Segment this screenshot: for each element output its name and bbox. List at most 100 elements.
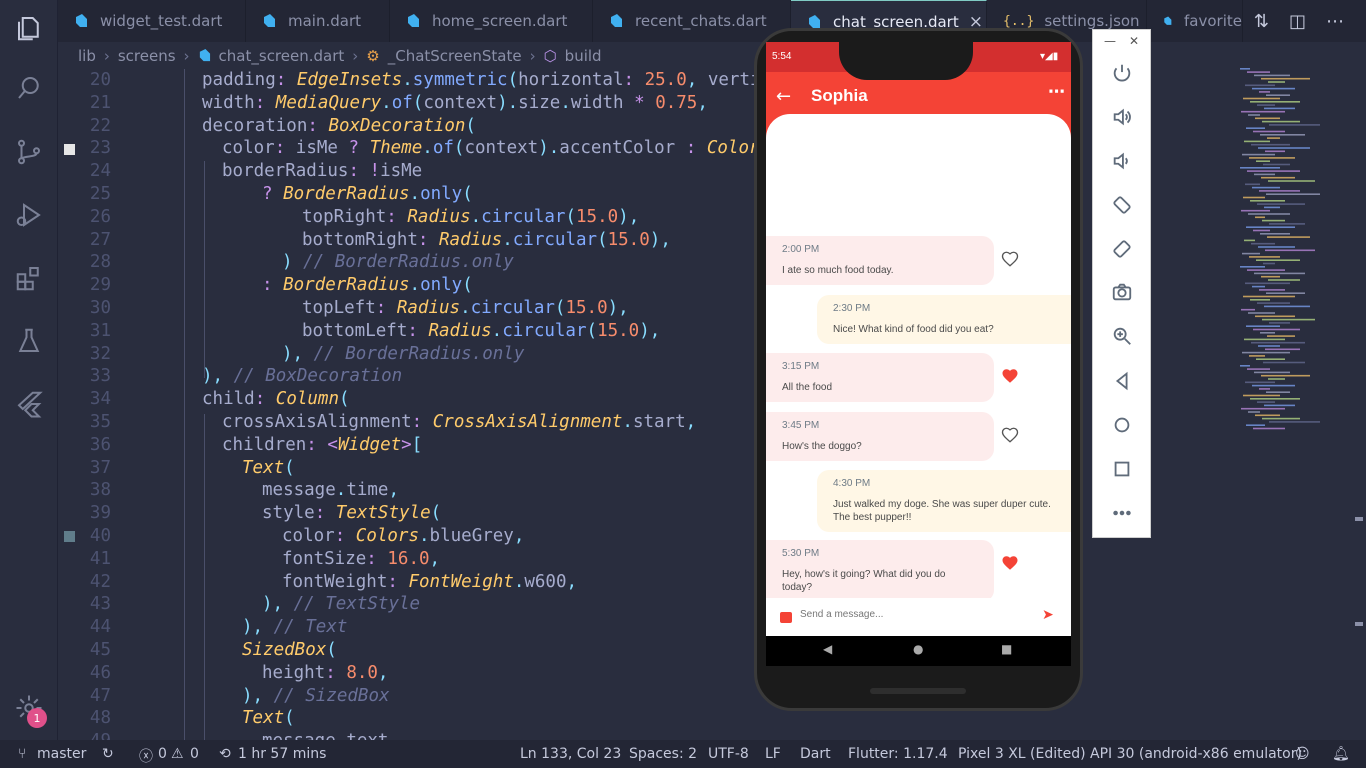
sync-icon[interactable]: ↻ xyxy=(102,746,114,762)
message-bubble[interactable]: 2:00 PM I ate so much food today. xyxy=(766,236,994,285)
minimap-line xyxy=(1246,226,1295,228)
tab-widget-test[interactable]: widget_test.dart xyxy=(58,0,246,42)
nav-back-icon[interactable]: ◀ xyxy=(823,642,832,656)
heart-outline-icon[interactable] xyxy=(1001,426,1019,444)
minimap-line xyxy=(1266,391,1290,393)
minimap-line xyxy=(1264,404,1295,407)
code-text: height: 8.0, xyxy=(262,662,389,683)
minimap-line xyxy=(1245,183,1260,186)
explorer-icon[interactable] xyxy=(9,8,49,48)
code-text: style: TextStyle( xyxy=(262,503,442,524)
extensions-icon[interactable] xyxy=(9,258,49,298)
tab-home-screen[interactable]: home_screen.dart xyxy=(390,0,593,42)
camera-icon[interactable] xyxy=(1109,279,1135,305)
message-bubble[interactable]: 5:30 PM Hey, how's it going? What did you… xyxy=(766,540,994,602)
line-number: 44 xyxy=(89,617,111,638)
message-bubble[interactable]: 2:30 PM Nice! What kind of food did you e… xyxy=(817,295,1071,344)
end-of-line[interactable]: LF xyxy=(765,746,781,762)
more-icon[interactable] xyxy=(1109,500,1135,526)
message-bubble[interactable]: 3:45 PM How's the doggo? xyxy=(766,412,994,461)
back-arrow-icon[interactable]: ← xyxy=(776,86,791,107)
error-count[interactable]: 0 xyxy=(158,746,167,762)
minimap-line xyxy=(1267,236,1310,238)
indentation[interactable]: Spaces: 2 xyxy=(629,746,697,762)
message-bubble[interactable]: 3:15 PM All the food xyxy=(766,353,994,402)
minimap-line xyxy=(1243,196,1265,199)
rotate-right-icon[interactable] xyxy=(1109,236,1135,262)
tab-favorite[interactable]: favorite xyxy=(1147,0,1243,42)
chat-messages[interactable]: 2:00 PM I ate so much food today. 2:30 PM N… xyxy=(766,114,1071,640)
minimap-line xyxy=(1242,153,1275,156)
minimap-line xyxy=(1253,427,1285,430)
bell-icon[interactable]: 🔔︎ xyxy=(1332,746,1350,762)
error-icon[interactable]: ⓧ xyxy=(139,746,153,766)
nav-home-icon[interactable]: ● xyxy=(913,642,923,656)
flutter-version[interactable]: Flutter: 1.17.4 xyxy=(848,746,948,762)
branch-name[interactable]: master xyxy=(37,746,86,762)
emulator-screen[interactable]: 5:54 ▾◢▮ ← Sophia ⋯ 2:00 PM I ate so much… xyxy=(766,42,1071,666)
breadcrumb-lib[interactable]: lib xyxy=(78,47,96,65)
tab-recent-chats[interactable]: recent_chats.dart xyxy=(593,0,791,42)
time-tracked[interactable]: 1 hr 57 mins xyxy=(238,746,326,762)
heart-filled-icon[interactable] xyxy=(1001,367,1019,385)
message-input[interactable]: Send a message... xyxy=(800,609,883,620)
source-control-icon[interactable] xyxy=(9,132,49,172)
minimap-line xyxy=(1246,424,1265,426)
more-options-icon[interactable]: ⋯ xyxy=(1048,82,1066,102)
send-icon[interactable]: ➤ xyxy=(1042,607,1054,623)
run-debug-icon[interactable] xyxy=(9,195,49,235)
volume-down-icon[interactable] xyxy=(1109,148,1135,174)
power-icon[interactable] xyxy=(1109,60,1135,86)
chevron-right-icon: › xyxy=(103,46,110,65)
line-number: 47 xyxy=(89,685,111,706)
zoom-icon[interactable] xyxy=(1109,323,1135,349)
home-icon[interactable] xyxy=(1109,412,1135,438)
history-icon[interactable]: ⟲ xyxy=(219,746,231,762)
message-bubble[interactable]: 4:30 PM Just walked my doge. She was supe… xyxy=(817,470,1071,532)
warning-icon[interactable]: ⚠ xyxy=(171,746,184,762)
testing-icon[interactable] xyxy=(9,321,49,361)
flutter-icon[interactable] xyxy=(9,384,49,424)
branch-icon[interactable]: ⑂ xyxy=(18,746,26,762)
code-text: SizedBox( xyxy=(242,640,337,660)
minimap[interactable] xyxy=(1232,66,1352,466)
heart-filled-icon[interactable] xyxy=(1001,554,1019,572)
breadcrumb-class[interactable]: _ChatScreenState xyxy=(388,47,522,65)
tab-main[interactable]: main.dart xyxy=(246,0,390,42)
rotate-left-icon[interactable] xyxy=(1109,192,1135,218)
heart-outline-icon[interactable] xyxy=(1001,250,1019,268)
minimap-line xyxy=(1247,269,1285,271)
code-text: color: isMe ? Theme.of(context).accentCo… xyxy=(222,138,781,159)
overview-icon[interactable] xyxy=(1109,456,1135,482)
minimap-line xyxy=(1268,81,1285,83)
minimap-line xyxy=(1268,279,1300,281)
nav-recents-icon[interactable]: ■ xyxy=(1001,642,1012,656)
line-number: 26 xyxy=(89,206,111,227)
warning-count[interactable]: 0 xyxy=(190,746,199,762)
minimap-line xyxy=(1257,302,1290,304)
back-icon[interactable] xyxy=(1109,368,1135,394)
breadcrumb-file[interactable]: chat_screen.dart xyxy=(219,47,345,65)
feedback-icon[interactable]: ☺ xyxy=(1295,746,1310,762)
volume-up-icon[interactable] xyxy=(1109,104,1135,130)
compare-changes-icon[interactable]: ⇅ xyxy=(1254,11,1269,32)
breadcrumb-method[interactable]: build xyxy=(565,47,602,65)
minimize-icon[interactable]: — xyxy=(1104,34,1116,48)
minimap-line xyxy=(1248,312,1275,314)
breadcrumb-screens[interactable]: screens xyxy=(118,47,176,65)
code-line[interactable]: 49 message.text, xyxy=(58,730,958,740)
cursor-position[interactable]: Ln 133, Col 23 xyxy=(520,746,621,762)
split-editor-icon[interactable]: ◫ xyxy=(1289,11,1306,32)
gutter-color-swatch[interactable] xyxy=(64,531,75,542)
encoding[interactable]: UTF-8 xyxy=(708,746,749,762)
device-selector[interactable]: Pixel 3 XL (Edited) API 30 (android-x86 … xyxy=(958,746,1302,762)
language-mode[interactable]: Dart xyxy=(800,746,831,762)
minimap-line xyxy=(1241,308,1255,311)
indent-guide xyxy=(204,161,205,378)
search-icon[interactable] xyxy=(9,68,49,108)
photo-icon[interactable] xyxy=(780,612,792,623)
more-actions-icon[interactable]: ⋯ xyxy=(1326,11,1344,32)
minimap-line xyxy=(1264,305,1310,308)
gutter-color-swatch[interactable] xyxy=(64,144,75,155)
close-window-icon[interactable]: ✕ xyxy=(1129,34,1139,48)
